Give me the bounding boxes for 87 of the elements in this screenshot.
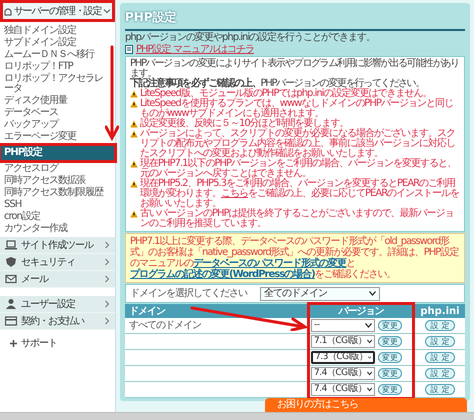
warning-icon [130, 180, 138, 188]
sidebar-item[interactable]: エラーページ変更 [0, 131, 115, 143]
sidebar-item[interactable]: サブドメイン設定 [0, 37, 115, 49]
sidebar-item[interactable]: カウンター作成 [0, 223, 115, 235]
shield-icon [5, 256, 17, 268]
page-description: phpバージョンの変更やphp.iniの設定を行うことができます。 [125, 32, 376, 43]
menu-group-label: セキュリティ [21, 256, 76, 270]
sidebar-item[interactable]: 独自ドメイン設定 [0, 25, 115, 37]
domain-select[interactable]: 全てのドメイン [260, 286, 380, 300]
filter-label: ドメインを選択してください [130, 287, 248, 301]
change-button[interactable]: 変更 [378, 336, 402, 347]
version-select[interactable]: 7.4（CGI版） [311, 383, 375, 396]
sidebar-item[interactable]: アクセスログ [0, 163, 115, 175]
chevron-down-icon [366, 339, 372, 344]
plus-icon [10, 340, 17, 347]
notice-text: 下記注意事項を必ずご確認の上、PHPバージョンの変更を行ってください。 [130, 79, 426, 89]
version-select[interactable]: 7.1（CGI版） [311, 335, 375, 348]
change-button[interactable]: 変更 [378, 384, 402, 395]
change-button[interactable]: 変更 [378, 320, 402, 331]
menu-group-label: サイト作成ツール [21, 238, 94, 252]
chevron-right-icon [104, 317, 110, 325]
sidebar-item[interactable]: SSH [0, 199, 115, 211]
laptop-icon [5, 239, 17, 251]
support-link[interactable]: サポート [0, 330, 67, 357]
table-cell-text: すべてのドメイン [128, 319, 202, 333]
chevron-right-icon [104, 275, 110, 283]
chevron-right-icon [104, 300, 110, 308]
chevron-down-icon [369, 291, 376, 296]
section-title: サーバーの管理・設定 [14, 4, 101, 18]
menu-group-label: メール [21, 272, 50, 286]
person-icon [5, 298, 17, 310]
sidebar-item[interactable]: バックアップ [0, 119, 115, 131]
page-title: PHP設定 [125, 10, 177, 24]
column-header: バージョン [337, 304, 385, 318]
warning-icon [130, 160, 138, 168]
sidebar-item[interactable]: ディスク使用量 [0, 95, 115, 107]
warning-link[interactable]: こちら [221, 188, 248, 199]
sidebar-item[interactable]: データベース [0, 107, 115, 119]
chevron-right-icon [104, 258, 110, 266]
card-icon [5, 315, 17, 327]
menu-group[interactable]: 契約・お支払い [0, 313, 115, 330]
envelope-icon [5, 273, 17, 285]
manual-link[interactable]: プログラムの記述の変更(WordPressの場合) [130, 269, 315, 280]
chevron-down-icon [366, 387, 372, 392]
change-button[interactable]: 変更 [378, 368, 402, 379]
warning-text: 設定変更後、反映に５～10分ほど時間を要します。 [140, 119, 349, 129]
notice-text: PHPバージョンの変更によりサイト表示やプログラム利用に影響が出る可能性があります。 [130, 59, 460, 79]
version-select[interactable]: 7.4（CGI版） [311, 367, 375, 380]
database-notice: PHP7.1以上に変更する際、データベースのパスワード形式が「old_password形式」のお客様は「native_password形式」への更新が必要です。詳細は、PHP設定のマニュアルのデータベースのパスワード形式の変更と プログラムの記述の変更(WordPressの場合)をご確認ください。 [125, 233, 465, 283]
column-header: ドメイン [128, 304, 166, 318]
manual-link[interactable]: データベースのパスワード形式の変更 [193, 258, 346, 269]
warning-text: バージョンによって、スクリプトの変更が必要になる場合がございます。スクリプトの配布元やプログラム内容を確認の上、事前に該当バージョンに対応したスクリプトへの変更および動作確認をお願いいたします。 [140, 129, 456, 159]
section-header[interactable]: サーバーの管理・設定 [3, 3, 112, 19]
settings-button[interactable]: 設 定 [424, 352, 456, 363]
sidebar-item[interactable]: ムームーＤＮＳへ移行 [0, 49, 115, 61]
document-icon [125, 45, 133, 54]
warning-text: LiteSpeed版、モジュール版のPHPではphp.iniの設定変更はできません。 [140, 89, 432, 99]
change-button[interactable]: 変更 [378, 352, 402, 363]
menu-group[interactable]: セキュリティ [0, 254, 115, 271]
menu-group-label: 契約・お支払い [21, 314, 86, 328]
warning-text: LiteSpeedを使用するプランでは、wwwなしドメインのPHPバージョンと同じものがwwwサブドメインにも適用されます。 [140, 99, 454, 119]
scrollbar[interactable] [0, 412, 474, 420]
menu-group[interactable]: メール [0, 271, 115, 288]
chevron-down-icon [366, 371, 372, 376]
warning-text: 古いバージョンのPHPは提供を終了することがございますので、最新バージョンのご利用を推奨しています。 [140, 209, 455, 229]
column-header: php.ini [419, 304, 461, 318]
sidebar-item[interactable]: ロリポップ！アクセラレータ [0, 73, 115, 95]
chevron-right-icon [104, 241, 110, 249]
version-select[interactable]: -- [311, 319, 375, 332]
menu-group[interactable]: ユーザー設定 [0, 296, 115, 313]
version-select[interactable]: 7.3（CGI版） [311, 351, 375, 364]
menu-group-label: ユーザー設定 [21, 298, 76, 312]
settings-button[interactable]: 設 定 [424, 336, 456, 347]
warning-text: 現在PHP5.2、PHP5.3をご利用の場合、バージョンを変更するとPEARのご利用環境が変わります。こちらをご確認の上、必要に応じてPEARのインストールをお願いいたします。 [140, 179, 460, 209]
support-label: サポート [21, 337, 57, 351]
sidebar-item[interactable]: cron設定 [0, 211, 115, 223]
warning-icon [130, 210, 138, 218]
settings-button[interactable]: 設 定 [424, 384, 456, 395]
chevron-down-icon [365, 323, 372, 328]
sidebar-item[interactable]: ロリポップ！FTP [0, 61, 115, 73]
manual-link[interactable]: PHP設定 マニュアルはコチラ [136, 44, 254, 55]
settings-button[interactable]: 設 定 [424, 320, 456, 331]
sidebar-item[interactable]: 同時アクセス数制限履歴 [0, 187, 115, 199]
menu-group[interactable]: サイト作成ツール [0, 237, 115, 254]
sidebar-item[interactable]: 同時アクセス数拡張 [0, 175, 115, 187]
warning-text: 現在PHP7.1以下のPHPバージョンをご利用の場合、バージョンを変更すると、元のバージョンへ戻すことはできません。 [140, 159, 458, 179]
settings-button[interactable]: 設 定 [424, 368, 456, 379]
